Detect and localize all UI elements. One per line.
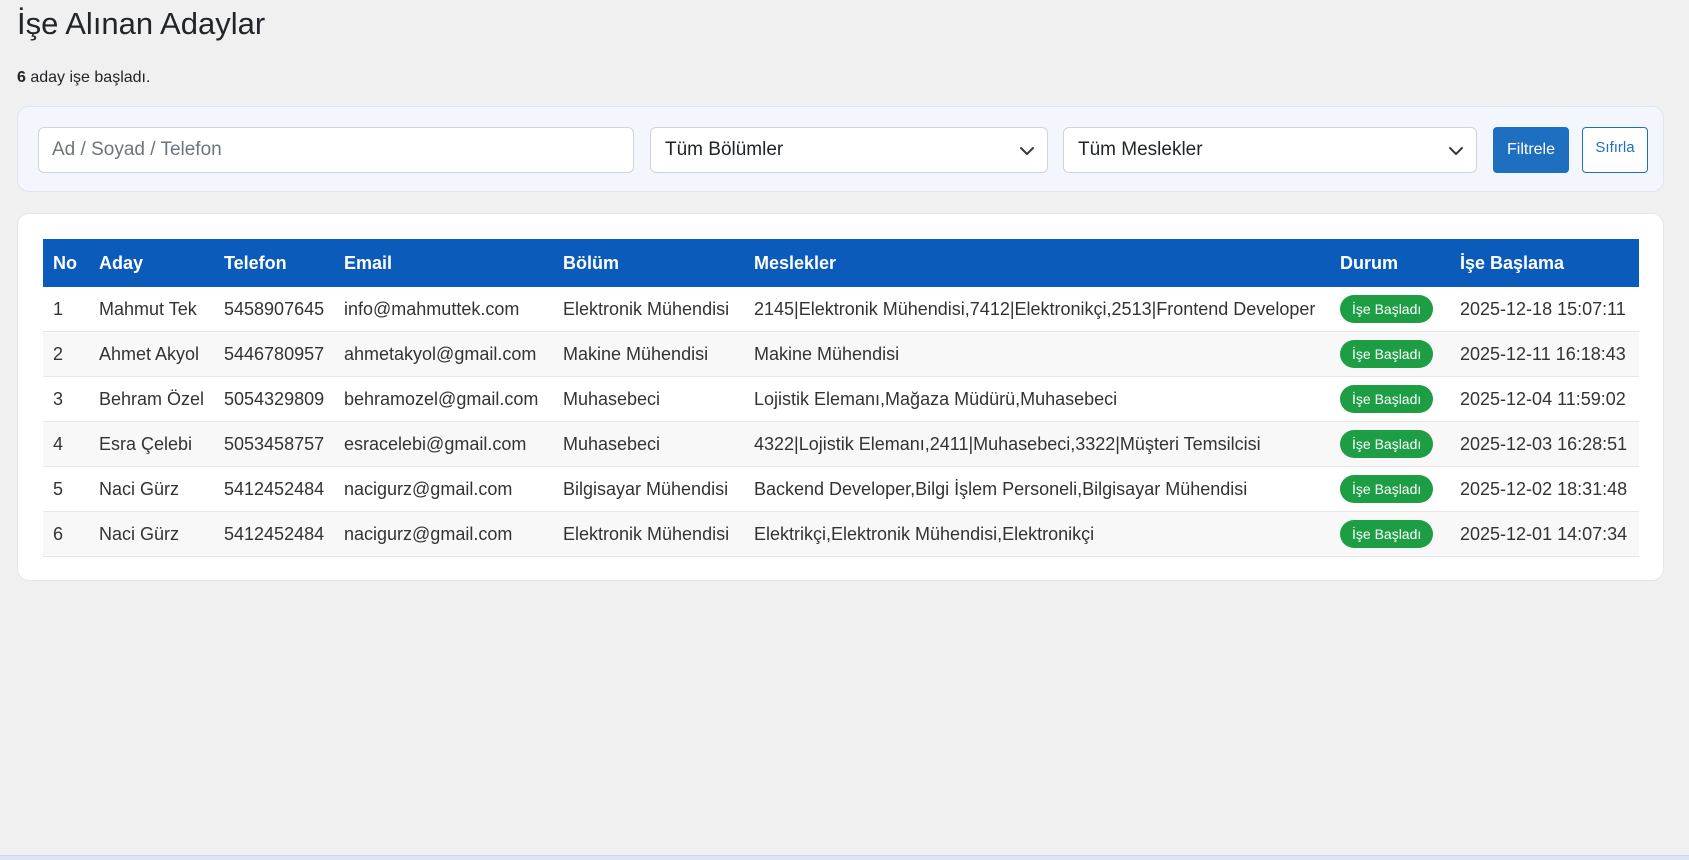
table-row[interactable]: 1 Mahmut Tek 5458907645 info@mahmuttek.c…: [43, 287, 1639, 332]
cell-durum: İşe Başladı: [1330, 331, 1450, 377]
cell-aday: Mahmut Tek: [89, 287, 214, 332]
cell-no: 4: [43, 421, 89, 467]
bolum-select[interactable]: Tüm Bölümler: [650, 127, 1048, 173]
meslek-select-value: Tüm Meslekler: [1078, 139, 1203, 160]
cell-aday: Naci Gürz: [89, 511, 214, 557]
cell-bolum: Makine Mühendisi: [553, 331, 744, 377]
cell-no: 2: [43, 331, 89, 377]
status-badge: İşe Başladı: [1340, 520, 1434, 548]
cell-email: nacigurz@gmail.com: [334, 466, 553, 512]
cell-durum: İşe Başladı: [1330, 376, 1450, 422]
filter-button[interactable]: Filtrele: [1493, 127, 1569, 173]
hired-table-card: No Aday Telefon Email Bölüm Meslekler Du…: [17, 213, 1664, 581]
status-badge: İşe Başladı: [1340, 430, 1434, 458]
cell-durum: İşe Başladı: [1330, 511, 1450, 557]
cell-bolum: Elektronik Mühendisi: [553, 287, 744, 332]
chevron-down-icon: [1449, 147, 1463, 155]
column-header-bolum[interactable]: Bölüm: [553, 239, 744, 287]
hired-count: 6: [17, 69, 26, 86]
cell-durum: İşe Başladı: [1330, 466, 1450, 512]
cell-aday: Naci Gürz: [89, 466, 214, 512]
column-header-aday[interactable]: Aday: [89, 239, 214, 287]
status-badge: İşe Başladı: [1340, 295, 1434, 323]
cell-telefon: 5458907645: [214, 287, 334, 332]
status-badge: İşe Başladı: [1340, 340, 1434, 368]
cell-telefon: 5053458757: [214, 421, 334, 467]
meslek-select[interactable]: Tüm Meslekler: [1063, 127, 1477, 173]
cell-telefon: 5412452484: [214, 511, 334, 557]
table-row[interactable]: 3 Behram Özel 5054329809 behramozel@gmai…: [43, 376, 1639, 422]
column-header-durum[interactable]: Durum: [1330, 239, 1450, 287]
cell-bolum: Muhasebeci: [553, 376, 744, 422]
table-row[interactable]: 6 Naci Gürz 5412452484 nacigurz@gmail.co…: [43, 511, 1639, 557]
column-header-email[interactable]: Email: [334, 239, 553, 287]
cell-email: nacigurz@gmail.com: [334, 511, 553, 557]
table-row[interactable]: 4 Esra Çelebi 5053458757 esracelebi@gmai…: [43, 421, 1639, 467]
cell-aday: Ahmet Akyol: [89, 331, 214, 377]
table-row[interactable]: 2 Ahmet Akyol 5446780957 ahmetakyol@gmai…: [43, 331, 1639, 377]
cell-no: 1: [43, 287, 89, 332]
hired-summary: 6 aday işe başladı.: [17, 69, 150, 87]
table-header-row: No Aday Telefon Email Bölüm Meslekler Du…: [43, 239, 1639, 287]
cell-no: 3: [43, 376, 89, 422]
page: İşe Alınan Adaylar 6 aday işe başladı. T…: [0, 0, 1689, 860]
status-badge: İşe Başladı: [1340, 385, 1434, 413]
hired-summary-text: aday işe başladı.: [25, 69, 151, 86]
cell-telefon: 5054329809: [214, 376, 334, 422]
status-badge: İşe Başladı: [1340, 475, 1434, 503]
cell-bolum: Elektronik Mühendisi: [553, 511, 744, 557]
cell-meslekler: 2145|Elektronik Mühendisi,7412|Elektroni…: [744, 287, 1330, 332]
cell-ise-baslama: 2025-12-02 18:31:48: [1450, 466, 1639, 512]
cell-bolum: Bilgisayar Mühendisi: [553, 466, 744, 512]
filter-panel: Tüm Bölümler Tüm Meslekler Filtrele Sıfı…: [17, 106, 1664, 192]
cell-telefon: 5412452484: [214, 466, 334, 512]
cell-bolum: Muhasebeci: [553, 421, 744, 467]
cell-ise-baslama: 2025-12-11 16:18:43: [1450, 331, 1639, 377]
cell-email: ahmetakyol@gmail.com: [334, 331, 553, 377]
cell-email: info@mahmuttek.com: [334, 287, 553, 332]
cell-telefon: 5446780957: [214, 331, 334, 377]
cell-aday: Esra Çelebi: [89, 421, 214, 467]
page-title: İşe Alınan Adaylar: [17, 6, 266, 41]
cell-ise-baslama: 2025-12-18 15:07:11: [1450, 287, 1639, 332]
cell-meslekler: Elektrikçi,Elektronik Mühendisi,Elektron…: [744, 511, 1330, 557]
column-header-telefon[interactable]: Telefon: [214, 239, 334, 287]
cell-aday: Behram Özel: [89, 376, 214, 422]
cell-durum: İşe Başladı: [1330, 421, 1450, 467]
column-header-ise-baslama[interactable]: İşe Başlama: [1450, 239, 1639, 287]
cell-ise-baslama: 2025-12-01 14:07:34: [1450, 511, 1639, 557]
hired-candidates-table: No Aday Telefon Email Bölüm Meslekler Du…: [43, 239, 1639, 557]
search-input[interactable]: [38, 127, 634, 173]
cell-ise-baslama: 2025-12-03 16:28:51: [1450, 421, 1639, 467]
column-header-no[interactable]: No: [43, 239, 89, 287]
cell-meslekler: 4322|Lojistik Elemanı,2411|Muhasebeci,33…: [744, 421, 1330, 467]
cell-meslekler: Lojistik Elemanı,Mağaza Müdürü,Muhasebec…: [744, 376, 1330, 422]
reset-button[interactable]: Sıfırla: [1582, 127, 1648, 173]
cell-email: esracelebi@gmail.com: [334, 421, 553, 467]
column-header-meslekler[interactable]: Meslekler: [744, 239, 1330, 287]
bolum-select-value: Tüm Bölümler: [665, 139, 784, 160]
cell-durum: İşe Başladı: [1330, 287, 1450, 332]
cell-meslekler: Backend Developer,Bilgi İşlem Personeli,…: [744, 466, 1330, 512]
cell-email: behramozel@gmail.com: [334, 376, 553, 422]
cell-no: 6: [43, 511, 89, 557]
table-row[interactable]: 5 Naci Gürz 5412452484 nacigurz@gmail.co…: [43, 466, 1639, 512]
cell-no: 5: [43, 466, 89, 512]
chevron-down-icon: [1020, 147, 1034, 155]
cell-ise-baslama: 2025-12-04 11:59:02: [1450, 376, 1639, 422]
cell-meslekler: Makine Mühendisi: [744, 331, 1330, 377]
bottom-scrollbar-strip: [0, 855, 1689, 860]
